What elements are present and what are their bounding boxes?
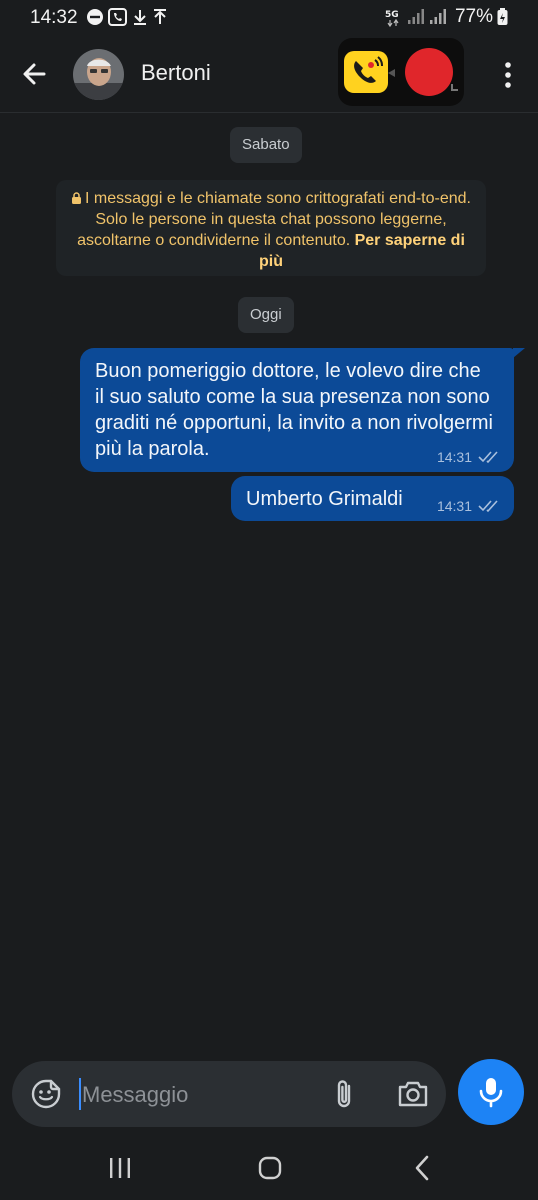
status-bar: 14:32 5G 77% <box>0 0 538 36</box>
battery-charging-icon <box>497 8 508 25</box>
attachment-icon[interactable] <box>330 1078 360 1110</box>
camera-icon[interactable] <box>396 1078 430 1110</box>
message-meta: 14:31 <box>437 449 502 465</box>
more-options-icon[interactable] <box>498 60 518 90</box>
message-text: Umberto Grimaldi <box>246 488 403 510</box>
call-forward-icon <box>108 8 127 26</box>
voice-message-button[interactable] <box>458 1059 524 1125</box>
chat-header: Bertoni <box>0 36 538 113</box>
status-time: 14:32 <box>30 7 78 28</box>
dnd-icon <box>87 9 103 25</box>
record-button[interactable] <box>405 48 453 96</box>
battery-level: 77% <box>454 6 493 27</box>
double-check-icon <box>478 500 498 513</box>
status-system-icons: 5G 77% <box>385 6 508 28</box>
microphone-icon <box>479 1078 503 1108</box>
svg-text:5G: 5G <box>385 10 399 20</box>
video-camera-icon <box>388 69 395 77</box>
back-arrow-icon[interactable] <box>18 58 50 90</box>
encryption-notice[interactable]: I messaggi e le chiamate sono crittograf… <box>56 180 486 276</box>
double-check-icon <box>478 451 498 464</box>
contact-avatar[interactable] <box>73 49 124 100</box>
message-time: 14:31 <box>436 449 472 465</box>
message-composer <box>12 1061 446 1127</box>
message-time: 14:31 <box>436 498 472 514</box>
outgoing-message-2[interactable]: Umberto Grimaldi 14:31 <box>231 476 514 521</box>
upload-icon <box>154 9 166 24</box>
system-navigation-bar <box>0 1140 538 1200</box>
download-icon <box>134 10 146 25</box>
lock-icon <box>72 192 81 204</box>
recent-apps-icon[interactable] <box>106 1156 134 1180</box>
status-notification-icons <box>86 8 168 26</box>
message-meta: 14:31 <box>437 498 502 514</box>
message-input[interactable] <box>80 1073 324 1117</box>
message-text: Buon pomeriggio dottore, le volevo dire … <box>95 360 493 460</box>
nav-back-icon[interactable] <box>410 1154 434 1182</box>
signal-icon <box>407 9 424 24</box>
avatar-photo <box>73 49 124 100</box>
outgoing-message-1[interactable]: Buon pomeriggio dottore, le volevo dire … <box>80 348 514 472</box>
signal-icon-2 <box>429 9 446 24</box>
phone-icon <box>354 56 383 83</box>
sticker-emoji-icon[interactable] <box>30 1078 62 1110</box>
drag-handle-icon[interactable] <box>450 82 460 94</box>
network-5g-icon: 5G <box>385 10 399 28</box>
call-recorder-app-icon[interactable] <box>344 51 388 93</box>
date-chip-saturday: Sabato <box>230 127 302 163</box>
date-chip-today: Oggi <box>238 297 294 333</box>
contact-name[interactable]: Bertoni <box>141 60 211 86</box>
call-recorder-overlay[interactable] <box>338 38 464 106</box>
home-icon[interactable] <box>258 1156 282 1180</box>
bubble-tail <box>513 348 525 358</box>
